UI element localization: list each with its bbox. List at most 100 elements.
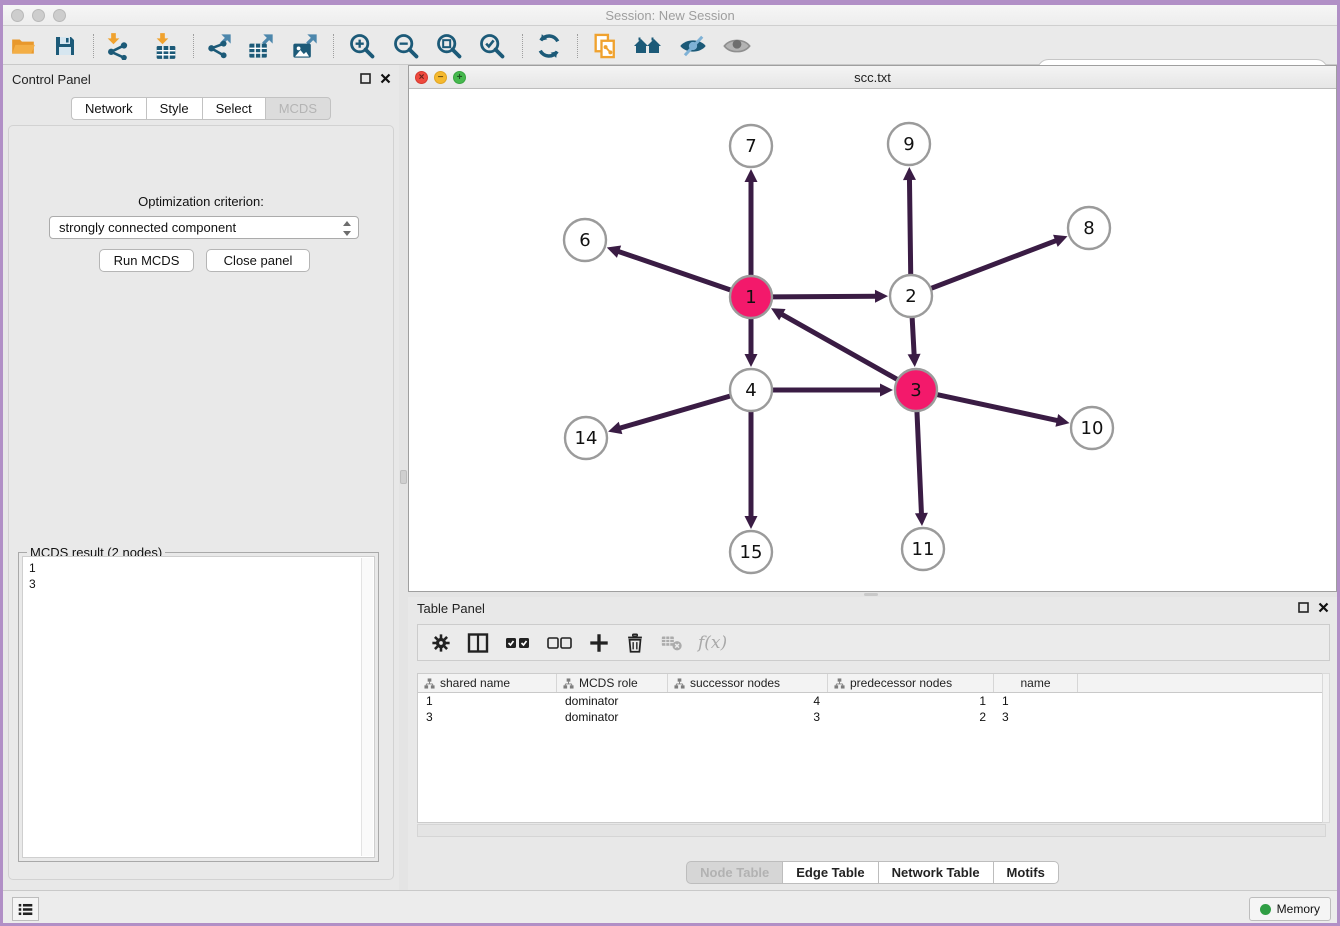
table-row[interactable]: 1dominator411 — [418, 693, 1325, 709]
edge-2-9[interactable] — [903, 167, 916, 274]
edge-1-6[interactable] — [607, 246, 730, 290]
edge-4-14[interactable] — [608, 396, 730, 434]
delete-column-icon[interactable] — [624, 632, 646, 654]
cell-shared-name[interactable]: 3 — [418, 709, 557, 725]
tab-network-table[interactable]: Network Table — [878, 861, 993, 884]
table-row[interactable]: 3dominator323 — [418, 709, 1325, 725]
add-column-icon[interactable] — [588, 632, 610, 654]
svg-text:14: 14 — [575, 428, 598, 449]
edge-1-7[interactable] — [745, 169, 758, 275]
save-session-button[interactable] — [50, 32, 80, 60]
zoom-fit-icon — [435, 32, 463, 60]
node-6[interactable]: 6 — [564, 219, 606, 261]
select-all-icon[interactable] — [504, 633, 532, 653]
export-table-button[interactable] — [246, 32, 276, 60]
zoom-out-button[interactable] — [391, 32, 421, 60]
node-3[interactable]: 3 — [895, 369, 937, 411]
edge-3-1[interactable] — [771, 308, 897, 379]
node-9[interactable]: 9 — [888, 123, 930, 165]
import-network-button[interactable] — [102, 32, 132, 60]
edge-2-8[interactable] — [932, 235, 1068, 288]
memory-button[interactable]: Memory — [1249, 897, 1331, 921]
export-network-button[interactable] — [204, 32, 234, 60]
status-bar: Memory — [0, 890, 1340, 926]
result-scrollbar[interactable] — [361, 558, 373, 856]
column-header-successor-nodes[interactable]: successor nodes — [668, 674, 828, 692]
zoom-fit-button[interactable] — [434, 32, 464, 60]
column-header-name[interactable]: name — [994, 674, 1078, 692]
table-tabs: Node Table Edge Table Network Table Moti… — [408, 861, 1337, 884]
column-type-icon — [563, 678, 574, 689]
cell-predecessor-nodes[interactable]: 2 — [828, 709, 994, 725]
network-window-titlebar[interactable]: × − + scc.txt — [409, 66, 1336, 89]
task-history-button[interactable] — [12, 897, 39, 921]
horizontal-splitter-grip[interactable] — [864, 593, 878, 596]
vertical-splitter-grip[interactable] — [400, 470, 407, 484]
float-panel-icon[interactable] — [360, 73, 371, 84]
cell-MCDS-role[interactable]: dominator — [557, 693, 668, 709]
function-builder-icon[interactable]: f(x) — [698, 633, 727, 653]
export-image-button[interactable] — [290, 32, 320, 60]
column-header-MCDS-role[interactable]: MCDS role — [557, 674, 668, 692]
run-mcds-button[interactable]: Run MCDS — [99, 249, 194, 272]
edge-1-4[interactable] — [745, 319, 758, 367]
first-neighbors-button[interactable] — [633, 32, 663, 60]
criterion-dropdown[interactable]: strongly connected component — [49, 216, 359, 239]
mcds-result-textarea[interactable]: 1 3 — [22, 556, 375, 858]
tab-select[interactable]: Select — [202, 97, 265, 120]
column-pane-icon[interactable] — [466, 631, 490, 655]
column-header-shared-name[interactable]: shared name — [418, 674, 557, 692]
table-vertical-scrollbar[interactable] — [1322, 673, 1330, 823]
tab-style[interactable]: Style — [146, 97, 202, 120]
open-session-button[interactable] — [8, 32, 38, 60]
edge-4-3[interactable] — [773, 384, 893, 397]
node-11[interactable]: 11 — [902, 528, 944, 570]
node-7[interactable]: 7 — [730, 125, 772, 167]
edge-3-10[interactable] — [938, 395, 1070, 427]
close-panel-icon[interactable] — [380, 73, 391, 84]
cell-successor-nodes[interactable]: 4 — [668, 693, 828, 709]
tab-mcds[interactable]: MCDS — [265, 97, 331, 120]
cell-name[interactable]: 1 — [994, 693, 1078, 709]
close-panel-icon[interactable] — [1318, 602, 1329, 613]
float-panel-icon[interactable] — [1298, 602, 1309, 613]
import-table-button[interactable] — [151, 32, 181, 60]
edge-1-2[interactable] — [773, 290, 888, 303]
cell-name[interactable]: 3 — [994, 709, 1078, 725]
refresh-button[interactable] — [534, 32, 564, 60]
node-10[interactable]: 10 — [1071, 407, 1113, 449]
hide-selected-button[interactable] — [678, 32, 708, 60]
zoom-in-button[interactable] — [347, 32, 377, 60]
column-header-label: shared name — [440, 676, 510, 690]
new-network-from-selection-button[interactable] — [590, 32, 620, 60]
zoom-selected-button[interactable] — [477, 32, 507, 60]
column-header-predecessor-nodes[interactable]: predecessor nodes — [828, 674, 994, 692]
show-all-button[interactable] — [722, 32, 752, 60]
delete-table-icon[interactable] — [660, 633, 684, 653]
refresh-icon — [535, 32, 563, 60]
close-panel-button[interactable]: Close panel — [206, 249, 310, 272]
table-settings-icon[interactable] — [430, 632, 452, 654]
node-4[interactable]: 4 — [730, 369, 772, 411]
node-15[interactable]: 15 — [730, 531, 772, 573]
tab-node-table[interactable]: Node Table — [686, 861, 782, 884]
new-network-from-selection-icon — [591, 32, 619, 60]
edge-3-11[interactable] — [915, 412, 928, 526]
cell-successor-nodes[interactable]: 3 — [668, 709, 828, 725]
network-canvas[interactable]: 7 9 6 8 1 2 4 3 14 10 15 11 — [409, 89, 1336, 591]
vertical-splitter[interactable] — [399, 65, 408, 890]
edge-2-3[interactable] — [908, 318, 921, 367]
deselect-all-icon[interactable] — [546, 633, 574, 653]
edge-4-15[interactable] — [745, 412, 758, 529]
tab-network[interactable]: Network — [71, 97, 146, 120]
cell-predecessor-nodes[interactable]: 1 — [828, 693, 994, 709]
node-1[interactable]: 1 — [730, 276, 772, 318]
node-14[interactable]: 14 — [565, 417, 607, 459]
tab-motifs[interactable]: Motifs — [993, 861, 1059, 884]
table-horizontal-scrollbar[interactable] — [417, 824, 1326, 837]
node-8[interactable]: 8 — [1068, 207, 1110, 249]
cell-MCDS-role[interactable]: dominator — [557, 709, 668, 725]
tab-edge-table[interactable]: Edge Table — [782, 861, 877, 884]
node-2[interactable]: 2 — [890, 275, 932, 317]
cell-shared-name[interactable]: 1 — [418, 693, 557, 709]
